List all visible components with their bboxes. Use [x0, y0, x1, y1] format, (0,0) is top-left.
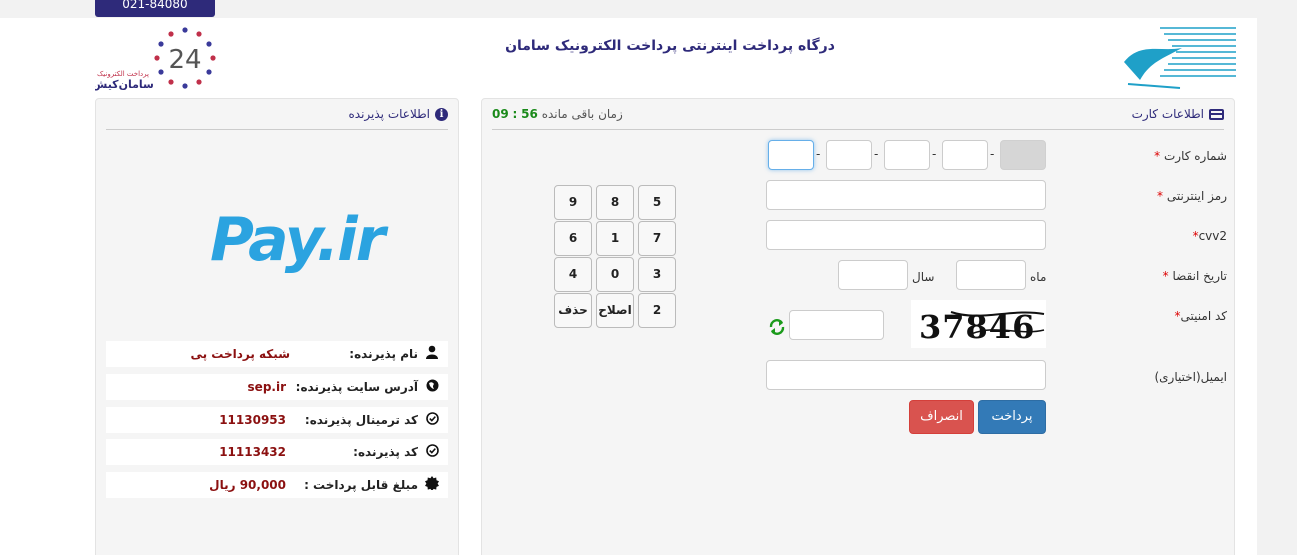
keypad-correct-button[interactable]: اصلاح [596, 293, 634, 328]
pay-button[interactable]: پرداخت [978, 400, 1046, 434]
month-label: ماه [1030, 270, 1047, 284]
email-input[interactable] [766, 360, 1046, 390]
timer-label: زمان باقی مانده [541, 107, 623, 121]
credit-card-icon [1209, 109, 1224, 120]
saman-logo-name: سامان‌کیش [95, 78, 154, 91]
merchant-site-value: sep.ir [247, 380, 286, 394]
card-number-label-text: شماره کارت [1163, 149, 1227, 163]
check-circle-icon [424, 443, 440, 461]
merchant-name-value: شبکه پرداخت پی [190, 347, 290, 361]
remaining-time: زمان باقی مانده 56 : 09 [492, 99, 623, 130]
card-dash: - [816, 147, 821, 161]
saman-logo-mark: 24 پرداخت الکترونیک سامان‌کیش [92, 27, 216, 91]
payir-logo: Pay.ir [210, 205, 385, 275]
keypad-key-8[interactable]: 8 [596, 185, 634, 220]
cvv2-label-text: cvv2 [1198, 229, 1227, 243]
saman-kish-logo: 24 پرداخت الکترونیک سامان‌کیش [92, 24, 220, 94]
internet-password-input[interactable] [766, 180, 1046, 210]
amount-row: مبلغ قابل پرداخت : 90,000 ریال [106, 472, 448, 498]
merchant-code-label: کد پذیرنده: [353, 445, 418, 459]
keypad-delete-button[interactable]: حذف [554, 293, 592, 328]
keypad-key-3[interactable]: 3 [638, 257, 676, 292]
terminal-code-row: کد ترمینال پذیرنده: 11130953 [106, 407, 448, 433]
year-label: سال [912, 270, 935, 284]
badge-icon [424, 476, 440, 494]
card-dash: - [874, 147, 879, 161]
merchant-code-value: 11113432 [219, 445, 286, 459]
support-phone: 021-84080 [95, 0, 215, 17]
shaparak-logo [1120, 22, 1238, 94]
captcha-label-text: کد امنیتی [1180, 309, 1227, 323]
page-title: درگاه پرداخت اینترنتی پرداخت الکترونیک س… [505, 38, 835, 54]
saman-logo-subtitle: پرداخت الکترونیک [97, 70, 149, 78]
user-icon [424, 345, 440, 363]
merchant-name-row: نام پذیرنده: شبکه پرداخت پی [106, 341, 448, 367]
page-scroll-area [1257, 18, 1297, 555]
card-number-part-2[interactable] [942, 140, 988, 170]
required-mark: * [1157, 189, 1163, 203]
amount-label: مبلغ قابل پرداخت : [304, 478, 418, 492]
merchant-site-row: آدرس سایت پذیرنده: sep.ir [106, 374, 448, 400]
info-icon: i [435, 108, 448, 121]
cancel-button[interactable]: انصراف [909, 400, 974, 434]
captcha-image: 37846 [911, 300, 1046, 348]
password-label-text: رمز اینترنتی [1166, 189, 1227, 203]
keypad-key-2[interactable]: 2 [638, 293, 676, 328]
refresh-captcha-icon[interactable] [768, 318, 786, 336]
cvv2-input[interactable] [766, 220, 1046, 250]
merchant-name-label: نام پذیرنده: [349, 347, 418, 361]
amount-value: 90,000 ریال [209, 478, 286, 492]
timer-seconds: 09 [492, 107, 509, 121]
required-mark: * [1162, 269, 1169, 283]
card-panel-header: اطلاعات کارت زمان باقی مانده 56 : 09 [492, 99, 1224, 130]
expiry-month-input[interactable] [956, 260, 1026, 290]
saman-logo-number: 24 [168, 45, 201, 75]
card-panel-title: اطلاعات کارت [1131, 107, 1204, 121]
captcha-input[interactable] [789, 310, 884, 340]
captcha-label: کد امنیتی* [1175, 309, 1227, 323]
card-dash: - [932, 147, 937, 161]
keypad-key-5[interactable]: 5 [638, 185, 676, 220]
timer-separator: : [512, 107, 518, 121]
keypad-key-4[interactable]: 4 [554, 257, 592, 292]
keypad-key-7[interactable]: 7 [638, 221, 676, 256]
keypad-key-1[interactable]: 1 [596, 221, 634, 256]
keypad-key-9[interactable]: 9 [554, 185, 592, 220]
expiry-label-text: تاریخ انقضا [1172, 269, 1228, 283]
globe-icon [424, 379, 440, 396]
card-number-label: شماره کارت * [1154, 149, 1227, 163]
card-number-part-4[interactable] [826, 140, 872, 170]
card-number-part-3[interactable] [884, 140, 930, 170]
cvv2-label: cvv2* [1193, 229, 1227, 243]
timer-minutes: 56 [521, 107, 538, 121]
email-label: ایمیل(اختیاری) [1154, 370, 1227, 384]
merchant-code-row: کد پذیرنده: 11113432 [106, 439, 448, 465]
expiry-year-input[interactable] [838, 260, 908, 290]
merchant-panel-title: اطلاعات پذیرنده [348, 107, 431, 121]
required-mark: * [1154, 149, 1161, 163]
expiry-label: تاریخ انقضا * [1163, 269, 1227, 283]
terminal-code-label: کد ترمینال پذیرنده: [304, 413, 418, 427]
card-number-part-1 [1000, 140, 1046, 170]
check-circle-icon [424, 411, 440, 429]
terminal-code-value: 11130953 [219, 413, 286, 427]
merchant-panel-header: i اطلاعات پذیرنده [106, 99, 448, 130]
keypad-key-0[interactable]: 0 [596, 257, 634, 292]
card-dash: - [990, 147, 995, 161]
password-label: رمز اینترنتی * [1157, 189, 1227, 203]
keypad-key-6[interactable]: 6 [554, 221, 592, 256]
shaparak-logo-mark [1124, 27, 1236, 89]
card-number-part-5[interactable] [768, 140, 814, 170]
merchant-site-label: آدرس سایت پذیرنده: [295, 380, 418, 394]
